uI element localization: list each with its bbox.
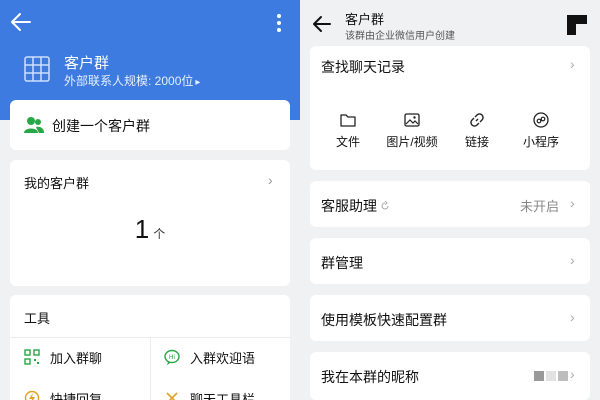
history-links[interactable]: 链接 (442, 112, 512, 150)
tool-join-group[interactable]: 加入群聊 (24, 348, 134, 368)
tool-chat-toolbar[interactable]: 聊天工具栏 (164, 389, 284, 400)
page-title: 客户群 (345, 12, 385, 27)
create-group-label: 创建一个客户群 (52, 118, 150, 134)
template-config-label: 使用模板快速配置群 (321, 312, 447, 328)
tools-title: 工具 (24, 311, 51, 326)
chevron-right-icon: › (570, 366, 575, 382)
member-scale-link[interactable]: 外部联系人规模: 2000位 ▸ (64, 72, 200, 89)
flag-icon[interactable] (566, 14, 588, 36)
divider (150, 337, 151, 400)
assistant-label: 客服助理 (321, 198, 377, 214)
right-pane: 客户群 该群由企业微信用户创建 查找聊天记录 › 文件 图片/视频 链接 小程序… (300, 0, 600, 400)
my-groups-card[interactable]: 我的客户群 › 1个 (10, 160, 290, 286)
tool-quick-reply[interactable]: 快捷回复 (24, 389, 134, 400)
history-media[interactable]: 图片/视频 (377, 112, 447, 150)
nickname-label: 我在本群的昵称 (321, 369, 419, 385)
history-label: 链接 (464, 135, 489, 149)
nickname-value-blurred (534, 371, 568, 381)
svg-text:Hi: Hi (169, 354, 176, 361)
group-management-label: 群管理 (321, 255, 363, 271)
history-files[interactable]: 文件 (313, 112, 383, 150)
tool-label: 快捷回复 (50, 392, 103, 400)
quick-reply-icon (24, 390, 40, 400)
folder-icon (340, 114, 356, 127)
blur-block (534, 371, 544, 381)
history-categories: 文件 图片/视频 链接 小程序 (310, 112, 590, 160)
more-options-icon[interactable] (274, 12, 284, 34)
toolbar-icon (166, 392, 178, 400)
screen: 客户群 外部联系人规模: 2000位 ▸ 创建一个客户群 我的客户群 › 1个 工… (0, 0, 600, 400)
group-count-number: 1 (134, 214, 150, 244)
tool-welcome-message[interactable]: Hi 入群欢迎语 (164, 348, 284, 368)
blur-block (546, 371, 556, 381)
my-nickname-row[interactable]: 我在本群的昵称 › (310, 352, 590, 400)
chevron-right-icon: › (570, 56, 575, 72)
add-contacts-icon (24, 117, 44, 133)
mini-program-icon (533, 112, 549, 128)
left-pane: 客户群 外部联系人规模: 2000位 ▸ 创建一个客户群 我的客户群 › 1个 工… (0, 0, 300, 400)
image-icon (404, 113, 420, 127)
chevron-right-icon: › (268, 172, 273, 188)
chevron-right-icon: › (570, 309, 575, 325)
hero-title: 客户群 (64, 55, 110, 72)
qr-code-icon (24, 349, 40, 365)
group-grid-icon (24, 56, 50, 82)
chevron-right-icon: › (570, 195, 575, 211)
create-group-button[interactable]: 创建一个客户群 (10, 100, 290, 150)
history-label: 图片/视频 (386, 135, 438, 149)
link-icon (470, 113, 484, 127)
search-history-title[interactable]: 查找聊天记录 (321, 57, 405, 77)
header: 客户群 该群由企业微信用户创建 (300, 0, 600, 44)
tool-label: 加入群聊 (50, 351, 103, 366)
history-label: 小程序 (522, 135, 559, 149)
customer-assistant-row[interactable]: 客服助理 未开启 › (310, 181, 590, 227)
history-label: 文件 (335, 135, 360, 149)
group-count-unit: 个 (153, 227, 166, 241)
group-count: 1个 (10, 214, 290, 245)
group-management-row[interactable]: 群管理 › (310, 238, 590, 284)
row-label: 客服助理 (321, 196, 390, 216)
tool-label: 入群欢迎语 (190, 351, 256, 366)
history-mini-programs[interactable]: 小程序 (506, 112, 576, 150)
tools-card: 工具 加入群聊 Hi 入群欢迎语 快捷回复 聊天工具栏 (10, 295, 290, 400)
back-arrow-icon[interactable] (312, 14, 332, 34)
welcome-message-icon: Hi (164, 349, 180, 365)
chevron-right-icon: › (570, 252, 575, 268)
tool-label: 聊天工具栏 (190, 392, 256, 400)
member-scale-text: 外部联系人规模: 2000位 (64, 74, 194, 88)
assistant-status: 未开启 (520, 199, 560, 214)
my-groups-title: 我的客户群 (24, 176, 90, 191)
refresh-icon (381, 201, 389, 210)
search-history-card: 查找聊天记录 › 文件 图片/视频 链接 小程序 (310, 46, 590, 170)
template-config-row[interactable]: 使用模板快速配置群 › (310, 295, 590, 341)
blur-block (558, 371, 568, 381)
chevron-right-icon: ▸ (195, 77, 201, 88)
page-subtitle: 该群由企业微信用户创建 (345, 31, 455, 42)
back-arrow-icon[interactable] (10, 11, 32, 33)
